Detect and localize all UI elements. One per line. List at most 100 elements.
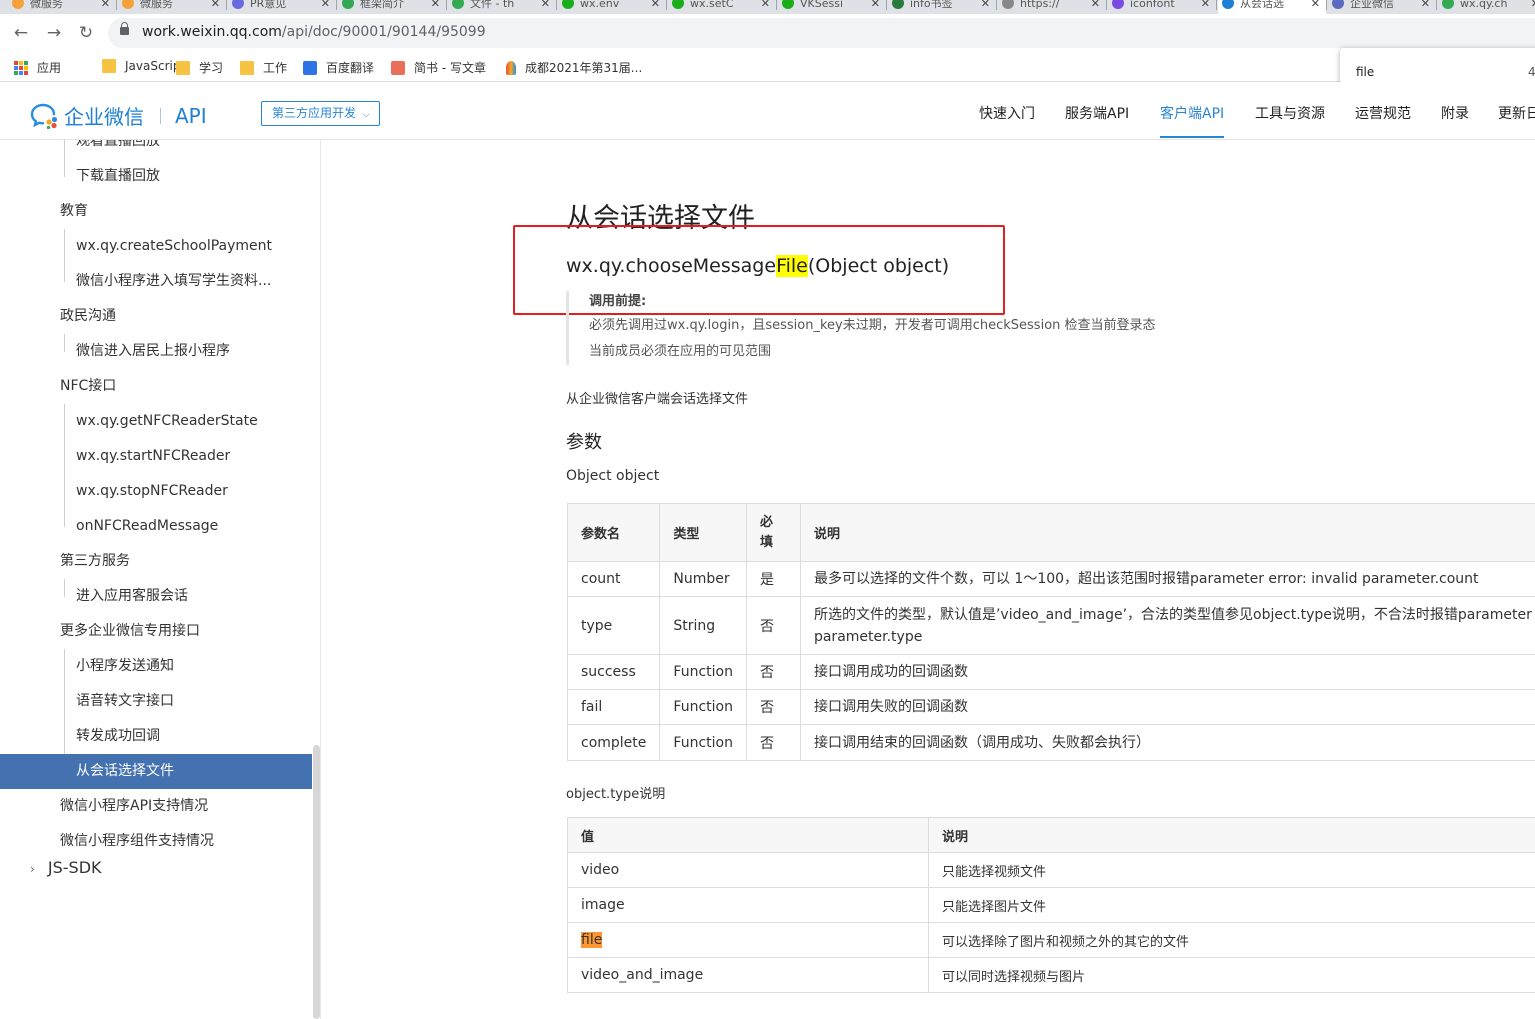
sidebar-item[interactable]: wx.qy.stopNFCReader bbox=[76, 474, 228, 509]
browser-tab[interactable]: https:// ✕ bbox=[998, 0, 1106, 14]
sidebar-item[interactable]: 下载直播回放 bbox=[76, 159, 160, 194]
browser-tab[interactable]: wx.setC ✕ bbox=[668, 0, 776, 14]
bookmark-item[interactable]: JavaScript bbox=[102, 59, 185, 73]
sidebar-item-active[interactable]: 从会话选择文件 bbox=[0, 754, 312, 789]
sidebar-item[interactable]: 微信进入居民上报小程序 bbox=[76, 334, 230, 369]
close-tab-icon[interactable]: ✕ bbox=[431, 0, 440, 10]
top-nav-item[interactable]: 客户端API bbox=[1160, 103, 1224, 123]
favicon-icon bbox=[672, 0, 684, 9]
close-tab-icon[interactable]: ✕ bbox=[981, 0, 990, 10]
tab-strip: 微服务 ✕ 微服务 ✕ PR意见 ✕ 框架简介 ✕ 文件 - th ✕ wx.env ✕ wx.setC… bbox=[0, 0, 1535, 14]
top-nav-item[interactable]: 附录 bbox=[1441, 103, 1469, 123]
top-nav-item[interactable]: 运营规范 bbox=[1355, 103, 1411, 123]
sidebar-item-js-sdk[interactable]: › JS-SDK bbox=[30, 858, 102, 877]
browser-tab[interactable]: VKSessi ✕ bbox=[778, 0, 886, 14]
close-tab-icon[interactable]: ✕ bbox=[541, 0, 550, 10]
forward-arrow-icon[interactable]: → bbox=[43, 22, 65, 44]
close-tab-icon[interactable]: ✕ bbox=[651, 0, 660, 10]
favicon-icon bbox=[342, 0, 354, 9]
browser-tab[interactable]: 微服务 ✕ bbox=[8, 0, 116, 14]
doc-type-dropdown[interactable]: 第三方应用开发 ⌵ bbox=[261, 101, 380, 126]
favicon-icon bbox=[1002, 0, 1014, 9]
top-nav-item[interactable]: 工具与资源 bbox=[1255, 103, 1325, 123]
close-tab-icon[interactable]: ✕ bbox=[761, 0, 770, 10]
table-cell: Function bbox=[659, 724, 747, 761]
sidebar-item[interactable]: 小程序发送通知 bbox=[76, 649, 174, 684]
browser-tab-label: 文件 - th bbox=[470, 0, 515, 10]
tab-separator bbox=[666, 0, 667, 10]
bookmark-item[interactable]: 学习 bbox=[176, 59, 223, 76]
favicon-icon bbox=[12, 0, 24, 9]
browser-tab[interactable]: wx.qy.ch ✕ bbox=[1438, 0, 1535, 14]
browser-tab-label: 框架简介 bbox=[360, 0, 404, 10]
tab-separator bbox=[1436, 0, 1437, 10]
browser-tab[interactable]: PR意见 ✕ bbox=[228, 0, 336, 14]
close-tab-icon[interactable]: ✕ bbox=[321, 0, 330, 10]
sidebar-item[interactable]: onNFCReadMessage bbox=[76, 509, 218, 544]
table-cell: complete bbox=[566, 724, 661, 761]
tree-connector-line bbox=[64, 404, 65, 527]
table-row: count Number 是最多可以选择的文件个数，可以 1～100，超出该范围时报… bbox=[566, 561, 1535, 597]
favicon-icon bbox=[1222, 0, 1234, 9]
bookmark-item[interactable]: 简书 - 写文章 bbox=[391, 59, 486, 76]
sidebar-item[interactable]: 观看直播回放 bbox=[76, 140, 160, 159]
browser-tab[interactable]: 框架简介 ✕ bbox=[338, 0, 446, 14]
browser-tab[interactable]: 微服务 ✕ bbox=[118, 0, 226, 14]
sidebar: 微信小程序组件支持情况 微信小程序API支持情况 从会话选择文件 转发成功回调 语音转文… bbox=[0, 140, 321, 1019]
bookmark-item[interactable]: 应用 bbox=[14, 59, 61, 76]
bookmark-item[interactable]: 成都2021年第31届... bbox=[506, 59, 642, 76]
browser-tab[interactable]: 从会话选 ✕ bbox=[1218, 0, 1326, 14]
reload-icon[interactable]: ↻ bbox=[75, 22, 97, 44]
sidebar-item[interactable]: 转发成功回调 bbox=[76, 719, 160, 754]
bookmark-item[interactable]: 百度翻译 bbox=[303, 59, 374, 76]
close-tab-icon[interactable]: ✕ bbox=[1201, 0, 1210, 10]
table-cell: image bbox=[567, 887, 929, 923]
sidebar-item[interactable]: 教育 bbox=[60, 194, 88, 229]
top-nav-item[interactable]: 服务端API bbox=[1065, 103, 1129, 123]
sidebar-item[interactable]: wx.qy.getNFCReaderState bbox=[76, 404, 258, 439]
back-arrow-icon[interactable]: ← bbox=[10, 22, 32, 44]
browser-tab[interactable]: iconfont ✕ bbox=[1108, 0, 1216, 14]
table-cell: fail bbox=[566, 689, 661, 725]
close-tab-icon[interactable]: ✕ bbox=[101, 0, 110, 10]
prerequisite-line: 必须先调用过wx.qy.login，且session_key未过期，开发者可调用… bbox=[589, 318, 1156, 333]
lock-icon bbox=[120, 22, 129, 35]
tab-separator bbox=[226, 0, 227, 10]
close-tab-icon[interactable]: ✕ bbox=[871, 0, 880, 10]
chevron-down-icon: ⌵ bbox=[362, 110, 370, 120]
sidebar-item[interactable]: 微信小程序组件支持情况 bbox=[60, 824, 214, 859]
bookmark-item[interactable]: 工作 bbox=[240, 59, 287, 76]
close-tab-icon[interactable]: ✕ bbox=[1421, 0, 1430, 10]
sidebar-item[interactable]: 语音转文字接口 bbox=[76, 684, 174, 719]
sidebar-item[interactable]: 进入应用客服会话 bbox=[76, 579, 188, 614]
browser-tab-label: wx.env bbox=[580, 0, 620, 10]
type-table: 值 说明 video 只能选择视频文件 image 只能选择图片文件 file 可以选择除… bbox=[567, 817, 1535, 993]
close-tab-icon[interactable]: ✕ bbox=[1531, 0, 1535, 10]
sidebar-item[interactable]: wx.qy.createSchoolPayment bbox=[76, 229, 272, 264]
sidebar-item[interactable]: wx.qy.startNFCReader bbox=[76, 439, 230, 474]
close-tab-icon[interactable]: ✕ bbox=[1311, 0, 1320, 10]
tab-separator bbox=[776, 0, 777, 10]
sidebar-item[interactable]: 政民沟通 bbox=[60, 299, 116, 334]
browser-tab[interactable]: info书签 ✕ bbox=[888, 0, 996, 14]
browser-tab[interactable]: wx.env ✕ bbox=[558, 0, 666, 14]
table-cell: 否 bbox=[745, 654, 801, 690]
sidebar-item[interactable]: NFC接口 bbox=[60, 369, 116, 404]
favicon-icon bbox=[452, 0, 464, 9]
browser-tab[interactable]: 文件 - th ✕ bbox=[448, 0, 556, 14]
close-tab-icon[interactable]: ✕ bbox=[1091, 0, 1100, 10]
table-cell: file bbox=[567, 922, 929, 958]
sidebar-item[interactable]: 第三方服务 bbox=[60, 544, 130, 579]
sidebar-item[interactable]: 微信小程序API支持情况 bbox=[60, 789, 208, 824]
sidebar-item[interactable]: 微信小程序进入填写学生资料... bbox=[76, 264, 271, 299]
wework-logo[interactable]: 企业微信 API bbox=[30, 101, 207, 130]
find-input[interactable]: file bbox=[1356, 65, 1374, 79]
sidebar-item[interactable]: 更多企业微信专用接口 bbox=[60, 614, 200, 649]
close-tab-icon[interactable]: ✕ bbox=[211, 0, 220, 10]
sidebar-scrollbar-thumb[interactable] bbox=[313, 745, 320, 1019]
address-bar[interactable]: work.weixin.qq.com/api/doc/90001/90144/9… bbox=[108, 18, 1535, 48]
table-cell: Function bbox=[659, 689, 747, 725]
top-nav-item[interactable]: 更新日 bbox=[1498, 103, 1535, 123]
browser-tab[interactable]: 企业微信 ✕ bbox=[1328, 0, 1436, 14]
top-nav-item[interactable]: 快速入门 bbox=[979, 103, 1035, 123]
